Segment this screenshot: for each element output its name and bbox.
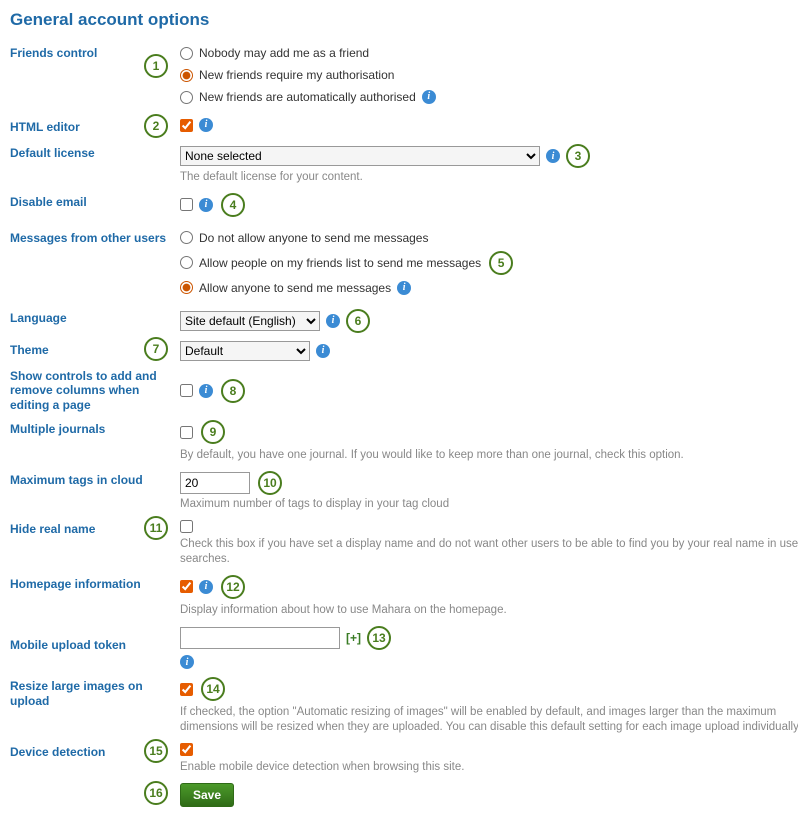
callout-15: 15 xyxy=(144,739,168,763)
radio-label-friends-auto: New friends are automatically authorised xyxy=(199,88,416,106)
desc-device-detection: Enable mobile device detection when brow… xyxy=(180,760,798,775)
add-token-button[interactable]: [+] xyxy=(346,631,361,645)
checkbox-resize-images[interactable] xyxy=(180,683,193,696)
input-mobile-token[interactable] xyxy=(180,627,340,649)
callout-11: 11 xyxy=(144,516,168,540)
info-icon[interactable]: i xyxy=(326,314,340,328)
radio-label-msgs-none: Do not allow anyone to send me messages xyxy=(199,229,428,247)
callout-8: 8 xyxy=(221,379,245,403)
checkbox-multi-journal[interactable] xyxy=(180,426,193,439)
callout-16: 16 xyxy=(144,781,168,805)
radio-msgs-friends[interactable] xyxy=(180,256,193,269)
radio-friends-auth[interactable] xyxy=(180,69,193,82)
desc-hide-real-name: Check this box if you have set a display… xyxy=(180,537,798,567)
save-button[interactable]: Save xyxy=(180,783,234,807)
label-homepage-info: Homepage information xyxy=(10,575,180,591)
callout-12: 12 xyxy=(221,575,245,599)
label-mobile-token: Mobile upload token xyxy=(10,626,180,652)
callout-14: 14 xyxy=(201,677,225,701)
radio-label-friends-none: Nobody may add me as a friend xyxy=(199,44,369,62)
page-title: General account options xyxy=(10,10,798,30)
row-language: Language Site default (English) i 6 xyxy=(10,309,798,333)
row-disable-email: Disable email i4 xyxy=(10,193,798,221)
radio-label-friends-auth: New friends require my authorisation xyxy=(199,66,394,84)
row-show-cols: Show controls to add and remove columns … xyxy=(10,369,798,412)
label-disable-email: Disable email xyxy=(10,193,180,209)
desc-resize-images: If checked, the option "Automatic resizi… xyxy=(180,705,798,735)
callout-9: 9 xyxy=(201,420,225,444)
row-multi-journal: Multiple journals 9 By default, you have… xyxy=(10,420,798,463)
row-default-license: Default license None selected i 3 The de… xyxy=(10,144,798,185)
checkbox-html-editor[interactable] xyxy=(180,119,193,132)
info-icon[interactable]: i xyxy=(316,344,330,358)
info-icon[interactable]: i xyxy=(199,384,213,398)
radio-label-msgs-friends: Allow people on my friends list to send … xyxy=(199,254,481,272)
row-messages: Messages from other users Do not allow a… xyxy=(10,229,798,301)
callout-10: 10 xyxy=(258,471,282,495)
callout-1: 1 xyxy=(144,54,168,78)
callout-3: 3 xyxy=(566,144,590,168)
radio-friends-auto[interactable] xyxy=(180,91,193,104)
info-icon[interactable]: i xyxy=(180,655,194,669)
row-friends-control: Friends control 1 Nobody may add me as a… xyxy=(10,44,798,110)
info-icon[interactable]: i xyxy=(199,118,213,132)
row-resize-images: Resize large images on upload 14 If chec… xyxy=(10,677,798,735)
info-icon[interactable]: i xyxy=(397,281,411,295)
radio-msgs-none[interactable] xyxy=(180,231,193,244)
desc-homepage-info: Display information about how to use Mah… xyxy=(180,603,798,618)
checkbox-homepage-info[interactable] xyxy=(180,580,193,593)
checkbox-disable-email[interactable] xyxy=(180,198,193,211)
row-save: 16 Save xyxy=(10,783,798,807)
row-mobile-token: Mobile upload token [+] 13 i xyxy=(10,626,798,670)
row-device-detection: Device detection 15 Enable mobile device… xyxy=(10,743,798,775)
callout-6: 6 xyxy=(346,309,370,333)
row-html-editor: HTML editor 2 i xyxy=(10,118,798,136)
row-hide-real-name: Hide real name 11 Check this box if you … xyxy=(10,520,798,567)
radio-label-msgs-all: Allow anyone to send me messages xyxy=(199,279,391,297)
info-icon[interactable]: i xyxy=(422,90,436,104)
callout-7: 7 xyxy=(144,337,168,361)
label-language: Language xyxy=(10,309,180,325)
callout-2: 2 xyxy=(144,114,168,138)
label-resize-images: Resize large images on upload xyxy=(10,677,180,708)
label-max-tags: Maximum tags in cloud xyxy=(10,471,180,487)
label-show-cols: Show controls to add and remove columns … xyxy=(10,369,180,412)
desc-default-license: The default license for your content. xyxy=(180,170,798,185)
desc-multi-journal: By default, you have one journal. If you… xyxy=(180,448,798,463)
label-multi-journal: Multiple journals xyxy=(10,420,180,436)
label-default-license: Default license xyxy=(10,144,180,160)
callout-4: 4 xyxy=(221,193,245,217)
select-language[interactable]: Site default (English) xyxy=(180,311,320,331)
label-messages: Messages from other users xyxy=(10,229,180,245)
info-icon[interactable]: i xyxy=(199,580,213,594)
callout-13: 13 xyxy=(367,626,391,650)
row-homepage-info: Homepage information i 12 Display informa… xyxy=(10,575,798,618)
radio-msgs-all[interactable] xyxy=(180,281,193,294)
checkbox-hide-real-name[interactable] xyxy=(180,520,193,533)
desc-max-tags: Maximum number of tags to display in you… xyxy=(180,497,798,512)
select-theme[interactable]: Default xyxy=(180,341,310,361)
row-theme: Theme 7 Default i xyxy=(10,341,798,361)
input-max-tags[interactable] xyxy=(180,472,250,494)
row-max-tags: Maximum tags in cloud 10 Maximum number … xyxy=(10,471,798,512)
select-default-license[interactable]: None selected xyxy=(180,146,540,166)
callout-5: 5 xyxy=(489,251,513,275)
checkbox-show-cols[interactable] xyxy=(180,384,193,397)
info-icon[interactable]: i xyxy=(546,149,560,163)
checkbox-device-detection[interactable] xyxy=(180,743,193,756)
radio-friends-none[interactable] xyxy=(180,47,193,60)
info-icon[interactable]: i xyxy=(199,198,213,212)
